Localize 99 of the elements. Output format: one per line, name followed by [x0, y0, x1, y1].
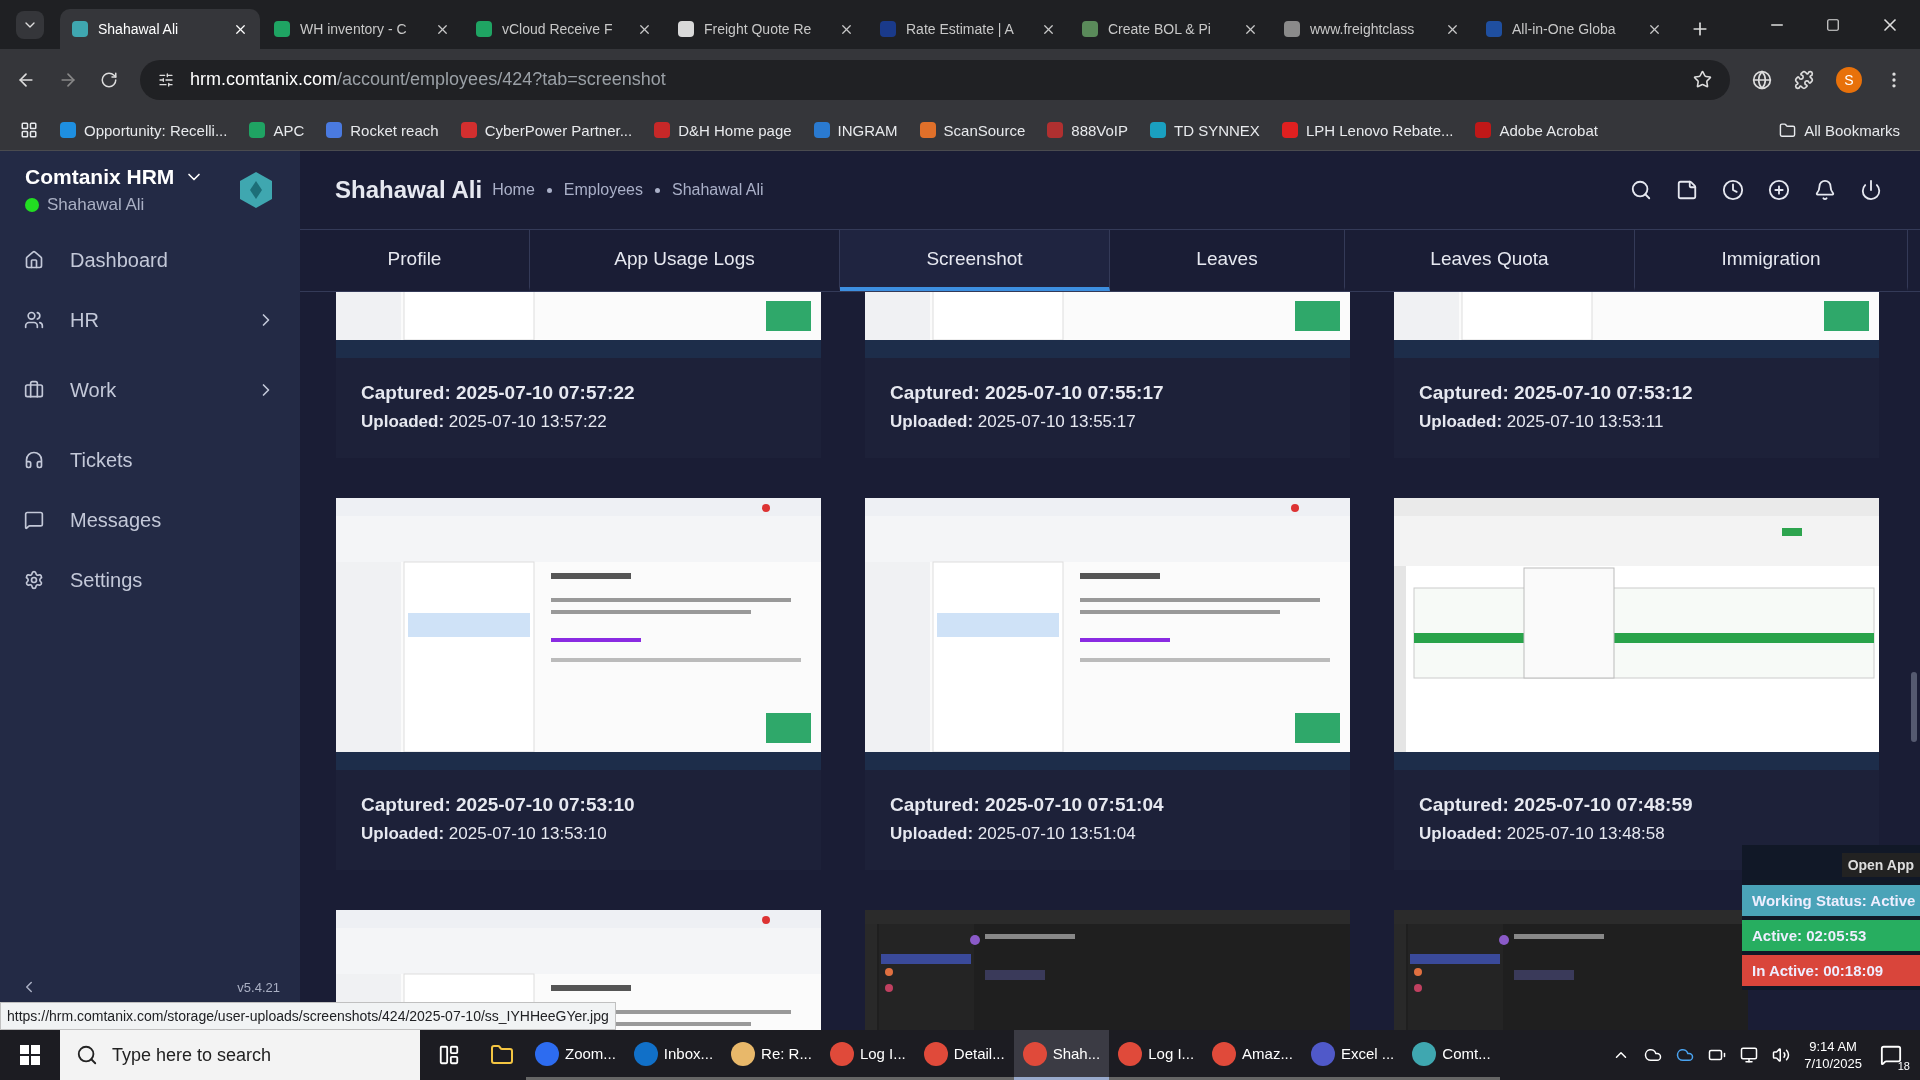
clock[interactable]: 9:14 AM 7/10/2025 [1804, 1039, 1862, 1071]
app-name: Comtanix HRM [25, 165, 175, 189]
globe-icon[interactable] [1752, 69, 1772, 90]
notification-icon[interactable] [1814, 179, 1836, 201]
browser-tab[interactable]: Rate Estimate | A [868, 9, 1068, 49]
clock-icon[interactable] [1722, 179, 1744, 201]
bookmark[interactable]: Rocket reach [326, 121, 439, 139]
note-icon[interactable] [1676, 179, 1698, 201]
bookmark[interactable]: Opportunity: Recelli... [60, 121, 228, 139]
captured-time: Captured: 2025-07-10 07:53:12 [1419, 382, 1694, 404]
uploaded-time: Uploaded: 2025-07-10 13:51:04 [890, 824, 1137, 844]
browser-tab[interactable]: All-in-One Globa [1474, 9, 1674, 49]
uploaded-time: Uploaded: 2025-07-10 13:53:11 [1419, 412, 1665, 432]
folder-icon[interactable] [490, 1043, 514, 1067]
volume-icon[interactable] [1772, 1046, 1791, 1064]
sidebar-item[interactable]: Settings [0, 551, 300, 609]
bookmark[interactable]: CyberPower Partner... [460, 121, 633, 139]
search-icon[interactable] [1630, 179, 1652, 201]
tab[interactable]: Immigration [1635, 230, 1908, 291]
uploaded-time: Uploaded: 2025-07-10 13:55:17 [890, 412, 1137, 432]
apps-icon[interactable] [20, 121, 38, 139]
home-icon [24, 250, 44, 270]
separator-dot [655, 187, 660, 193]
tracker-status: Active: 02:05:53 [1742, 920, 1920, 951]
breadcrumb-link[interactable]: Shahawal Ali [672, 181, 764, 199]
tab-search-button[interactable] [16, 11, 44, 39]
taskbar-app[interactable]: Log I... [820, 1030, 915, 1080]
breadcrumb-link[interactable]: Home [492, 181, 535, 199]
tracker-status: In Active: 00:18:09 [1742, 955, 1920, 986]
reload-icon[interactable] [100, 70, 118, 89]
breadcrumb-link[interactable]: Employees [563, 181, 643, 199]
add-icon[interactable] [1768, 179, 1790, 201]
browser-tab[interactable]: Shahawal Ali [60, 9, 260, 49]
all-bookmarks[interactable]: All Bookmarks [1779, 121, 1900, 139]
bookmark[interactable]: Adobe Acrobat [1475, 121, 1598, 139]
taskbar-app[interactable]: Amaz... [1203, 1030, 1302, 1080]
bookmark[interactable]: LPH Lenovo Rebate... [1281, 121, 1454, 139]
taskbar-app[interactable]: Log I... [1109, 1030, 1204, 1080]
tab[interactable]: Screenshot [840, 230, 1110, 291]
settings-icon [24, 570, 44, 590]
bookmark[interactable]: D&H Home page [654, 121, 792, 139]
address-bar[interactable]: hrm.comtanix.com/account/employees/424?tab=screenshot [140, 59, 1730, 100]
uploaded-time: Uploaded: 2025-07-10 13:57:22 [361, 412, 608, 432]
taskbar-app[interactable]: Inbox... [624, 1030, 723, 1080]
bookmark[interactable]: APC [249, 121, 305, 139]
briefcase-icon [24, 380, 44, 400]
folder-icon [1779, 121, 1797, 139]
taskbar-app[interactable]: Comt... [1403, 1030, 1500, 1080]
browser-tab[interactable]: Freight Quote Re [666, 9, 866, 49]
separator-dot [546, 187, 552, 193]
monitor-icon[interactable] [1740, 1046, 1759, 1064]
taskbar-search-field[interactable]: Type here to search [60, 1030, 420, 1080]
version-label: v5.4.21 [237, 979, 280, 995]
site-info-icon[interactable] [158, 71, 174, 88]
extensions-icon[interactable] [1794, 69, 1814, 90]
page-title: Shahawal Ali [335, 176, 483, 204]
browser-tab[interactable]: Create BOL & Pi [1070, 9, 1270, 49]
search-icon [76, 1044, 98, 1066]
status-url: https://hrm.comtanix.com/storage/user-uploads/screenshots/424/2025-07-10/ss_IYHHeeGYer.jpg [0, 1002, 616, 1030]
scrollbar-thumb[interactable] [1911, 672, 1917, 742]
captured-time: Captured: 2025-07-10 07:48:59 [1419, 794, 1694, 816]
windows-logo-icon[interactable] [20, 1045, 40, 1065]
sidebar-item[interactable]: Dashboard [0, 229, 300, 291]
bookmark[interactable]: TD SYNNEX [1150, 121, 1260, 139]
bookmark[interactable]: 888VoIP [1047, 121, 1128, 139]
captured-time: Captured: 2025-07-10 07:51:04 [890, 794, 1165, 816]
sidebar-item[interactable]: Work [0, 349, 300, 431]
captured-time: Captured: 2025-07-10 07:53:10 [361, 794, 636, 816]
headset-icon [24, 450, 44, 470]
open-app-button[interactable]: Open App [1841, 853, 1920, 877]
power-icon[interactable] [1860, 179, 1882, 201]
captured-time: Captured: 2025-07-10 07:57:22 [361, 382, 636, 404]
browser-tab[interactable]: WH inventory - C [262, 9, 462, 49]
captured-time: Captured: 2025-07-10 07:55:17 [890, 382, 1165, 404]
sidebar-item[interactable]: Tickets [0, 431, 300, 489]
uploaded-time: Uploaded: 2025-07-10 13:53:10 [361, 824, 608, 844]
sidebar-item[interactable]: Messages [0, 489, 300, 551]
taskbar-app[interactable]: Shah... [1013, 1030, 1110, 1080]
uploaded-time: Uploaded: 2025-07-10 13:48:58 [1419, 824, 1666, 844]
task-view-icon[interactable] [438, 1044, 460, 1066]
taskbar-app[interactable]: Zoom... [526, 1030, 625, 1080]
restore-icon[interactable] [1826, 17, 1840, 32]
cloud-icon[interactable] [1676, 1046, 1695, 1064]
browser-tab[interactable]: vCloud Receive F [464, 9, 664, 49]
user-name: Shahawal Ali [47, 195, 145, 215]
taskbar-app[interactable]: Re: R... [722, 1030, 821, 1080]
tab[interactable]: Leaves Quota [1345, 230, 1635, 291]
people-icon [24, 310, 44, 330]
message-icon [24, 510, 44, 530]
tracker-status: Working Status: Active [1742, 885, 1920, 916]
taskbar-app[interactable]: Excel ... [1301, 1030, 1404, 1080]
cloud-icon[interactable] [1644, 1046, 1663, 1064]
bookmark[interactable]: INGRAM [813, 121, 898, 139]
sidebar-item[interactable]: HR [0, 291, 300, 349]
tab[interactable]: Profile [300, 230, 530, 291]
tab[interactable]: Leaves [1110, 230, 1345, 291]
bookmark-star-icon[interactable] [1693, 70, 1712, 89]
browser-tab[interactable]: www.freightclass [1272, 9, 1472, 49]
bookmark[interactable]: ScanSource [919, 121, 1026, 139]
